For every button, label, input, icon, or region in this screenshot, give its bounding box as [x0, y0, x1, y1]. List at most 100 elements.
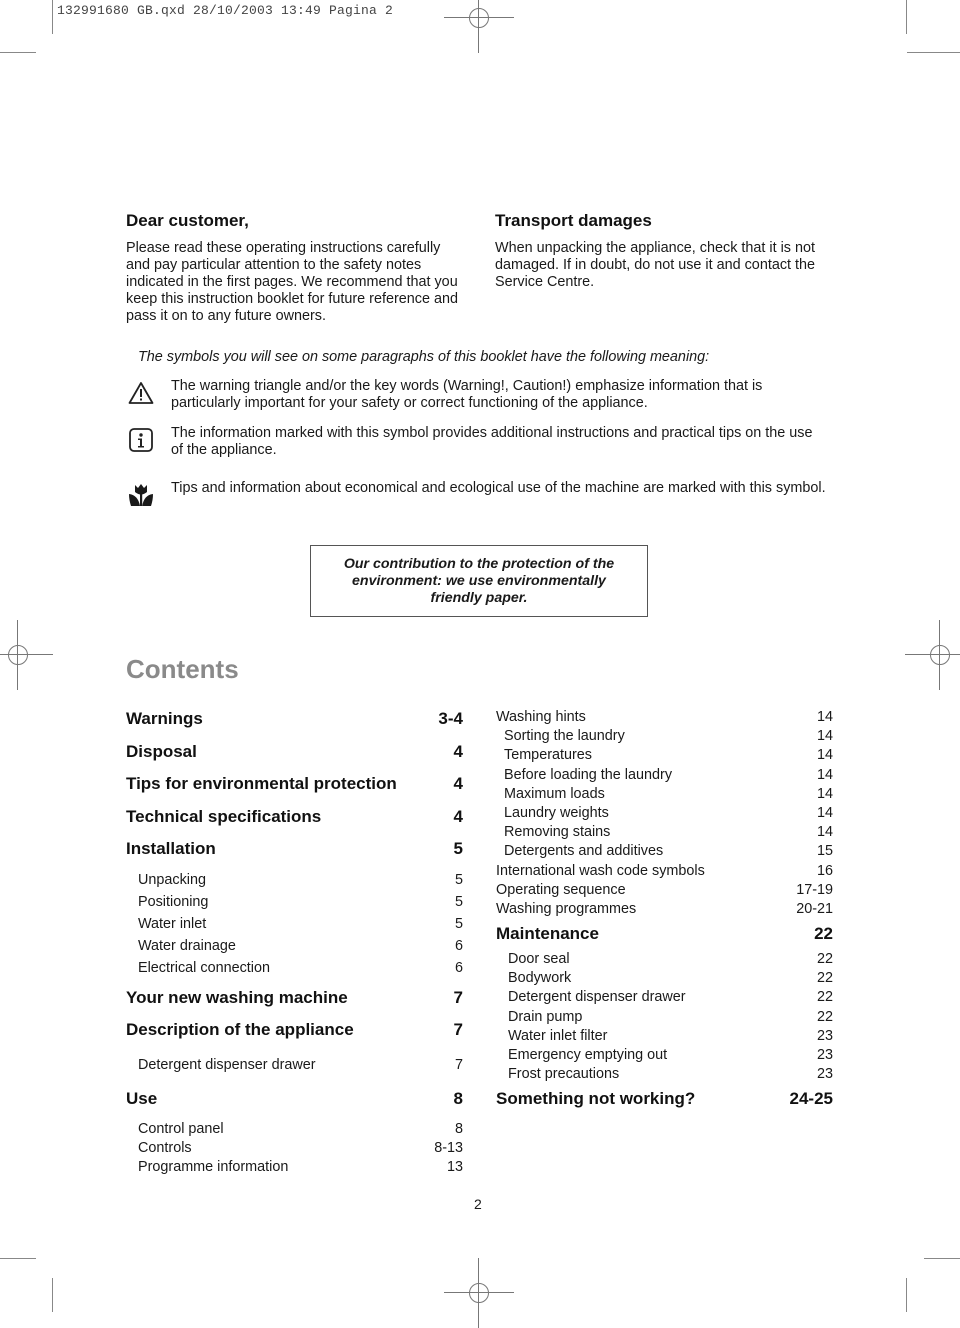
- file-slug: 132991680 GB.qxd 28/10/2003 13:49 Pagina…: [57, 3, 394, 18]
- toc-entry-title: Water inlet filter: [508, 1027, 608, 1044]
- toc-entry-title: Disposal: [126, 741, 197, 761]
- toc-entry-title: Frost precautions: [508, 1066, 620, 1083]
- toc-entry-title: Your new washing machine: [126, 987, 348, 1007]
- toc-entry-title: Unpacking: [138, 871, 206, 888]
- toc-entry[interactable]: Drain pump 22: [496, 1009, 833, 1028]
- toc-entry[interactable]: Water drainage 6: [126, 938, 463, 960]
- toc-entry-title: Tips for environmental protection: [126, 774, 397, 793]
- toc-entry-page: 3-4: [438, 709, 463, 728]
- toc-entry[interactable]: Bodywork 22: [496, 970, 833, 989]
- toc-entry-page: 22: [816, 989, 833, 1006]
- toc-entry-page: 6: [454, 937, 463, 954]
- toc-entry-page: 5: [454, 871, 463, 888]
- toc-entry-title: Something not working?: [496, 1089, 696, 1109]
- toc-entry[interactable]: Disposal 4: [126, 742, 463, 775]
- toc-entry-page: 7: [454, 1056, 463, 1073]
- toc-entry-title: Sorting the laundry: [504, 728, 625, 745]
- toc-entry-page: 22: [816, 951, 833, 968]
- contents-title: Contents: [126, 654, 239, 684]
- toc-entry-page: 15: [816, 843, 833, 860]
- toc-entry-page: 4: [453, 806, 463, 826]
- toc-entry[interactable]: Detergent dispenser drawer 22: [496, 989, 833, 1008]
- toc-entry-title: Maintenance: [496, 924, 599, 944]
- toc-entry-title: Drain pump: [508, 1008, 583, 1025]
- toc-entry-page: 8-13: [434, 1140, 463, 1157]
- toc-entry[interactable]: Tips for environmental protection 4: [126, 774, 463, 807]
- toc-entry-page: 13: [446, 1159, 463, 1176]
- crop-mark: [924, 1258, 960, 1259]
- text-line: friendly paper.: [430, 589, 528, 606]
- toc-entry[interactable]: Frost precautions 23: [496, 1066, 833, 1085]
- dear-customer-body: Please read these operating instructions…: [126, 240, 471, 325]
- text-line: Please read these operating instructions…: [126, 240, 441, 256]
- toc-entry-title: Laundry weights: [504, 804, 609, 821]
- toc-entry-title: Programme information: [138, 1159, 289, 1176]
- crop-mark: [906, 0, 907, 34]
- toc-entry[interactable]: Programme information 13: [126, 1159, 463, 1178]
- info-icon: [126, 425, 156, 455]
- toc-entry-title: Emergency emptying out: [508, 1047, 668, 1063]
- crop-mark: [907, 52, 960, 53]
- text-line: When unpacking the appliance, check that…: [495, 240, 815, 256]
- crop-mark: [52, 1278, 53, 1312]
- eco-description: Tips and information about economical an…: [171, 480, 826, 497]
- text-line: Service Centre.: [495, 274, 595, 290]
- text-line: pass it on to any future owners.: [126, 308, 326, 324]
- toc-entry[interactable]: Maintenance 22: [496, 924, 833, 951]
- toc-entry[interactable]: Maximum loads 14: [496, 786, 833, 805]
- toc-entry[interactable]: Operating sequence 17-19: [496, 882, 833, 901]
- dear-customer-title: Dear customer,: [126, 211, 249, 230]
- toc-entry[interactable]: Detergent dispenser drawer 7: [126, 1057, 463, 1079]
- toc-entry[interactable]: Sorting the laundry 14: [496, 728, 833, 747]
- toc-entry[interactable]: Washing programmes 20-21: [496, 901, 833, 920]
- toc-entry[interactable]: Technical specifications 4: [126, 807, 463, 840]
- toc-entry[interactable]: Temperatures 14: [496, 747, 833, 766]
- text-line: The warning triangle and/or the key word…: [171, 378, 763, 394]
- toc-entry-title: Washing programmes: [496, 900, 637, 917]
- toc-entry-title: Door seal: [508, 951, 570, 968]
- toc-entry[interactable]: Use 8: [126, 1089, 463, 1122]
- text-line: and pay particular attention to the safe…: [126, 257, 422, 273]
- toc-entry[interactable]: Washing hints 14: [496, 709, 833, 728]
- toc-entry-title: Before loading the laundry: [504, 766, 673, 783]
- transport-damages-title: Transport damages: [495, 211, 652, 230]
- toc-entry-page: 14: [816, 766, 833, 783]
- toc-entry-title: Positioning: [138, 893, 209, 910]
- toc-entry[interactable]: Removing stains 14: [496, 824, 833, 843]
- crop-mark: [0, 52, 36, 53]
- toc-entry[interactable]: Warnings 3-4: [126, 709, 463, 742]
- toc-entry[interactable]: International wash code symbols 16: [496, 863, 833, 882]
- toc-entry[interactable]: Controls 8-13: [126, 1140, 463, 1159]
- toc-entry[interactable]: Something not working? 24-25: [496, 1089, 833, 1116]
- toc-entry-title: Detergent dispenser drawer: [138, 1056, 316, 1073]
- text-line: environment: we use environmentally: [352, 572, 606, 589]
- toc-entry-title: Control panel: [138, 1121, 224, 1137]
- toc-entry[interactable]: Laundry weights 14: [496, 805, 833, 824]
- toc-entry-title: Installation: [126, 839, 216, 858]
- toc-entry[interactable]: Door seal 22: [496, 951, 833, 970]
- toc-entry[interactable]: Before loading the laundry 14: [496, 767, 833, 786]
- toc-entry[interactable]: Electrical connection 6: [126, 960, 463, 982]
- toc-right-column: Washing hints 14 Sorting the laundry 14 Temp…: [496, 709, 833, 1116]
- info-description: The information marked with this symbol …: [171, 425, 813, 459]
- toc-entry[interactable]: Positioning 5: [126, 894, 463, 916]
- warning-triangle-icon: [126, 378, 156, 408]
- toc-entry[interactable]: Unpacking 5: [126, 872, 463, 894]
- toc-entry-page: 8: [453, 1088, 463, 1108]
- registration-mark-left: [0, 620, 53, 690]
- toc-entry[interactable]: Control panel 8: [126, 1121, 463, 1140]
- toc-entry[interactable]: Description of the appliance 7: [126, 1020, 463, 1053]
- text-line: Tips and information about economical an…: [171, 480, 826, 496]
- toc-entry-page: 20-21: [796, 900, 833, 917]
- toc-entry-page: 5: [453, 839, 463, 858]
- toc-entry[interactable]: Water inlet filter 23: [496, 1028, 833, 1047]
- toc-entry[interactable]: Detergents and additives 15: [496, 843, 833, 862]
- toc-entry[interactable]: Water inlet 5: [126, 916, 463, 938]
- toc-entry[interactable]: Your new washing machine 7: [126, 988, 463, 1021]
- toc-entry[interactable]: Emergency emptying out 23: [496, 1047, 833, 1066]
- toc-entry-page: 22: [816, 1008, 833, 1025]
- toc-entry[interactable]: Installation 5: [126, 839, 463, 872]
- toc-entry-page: 14: [816, 728, 833, 745]
- toc-entry-title: Controls: [138, 1140, 192, 1157]
- toc-entry-page: 22: [816, 970, 833, 987]
